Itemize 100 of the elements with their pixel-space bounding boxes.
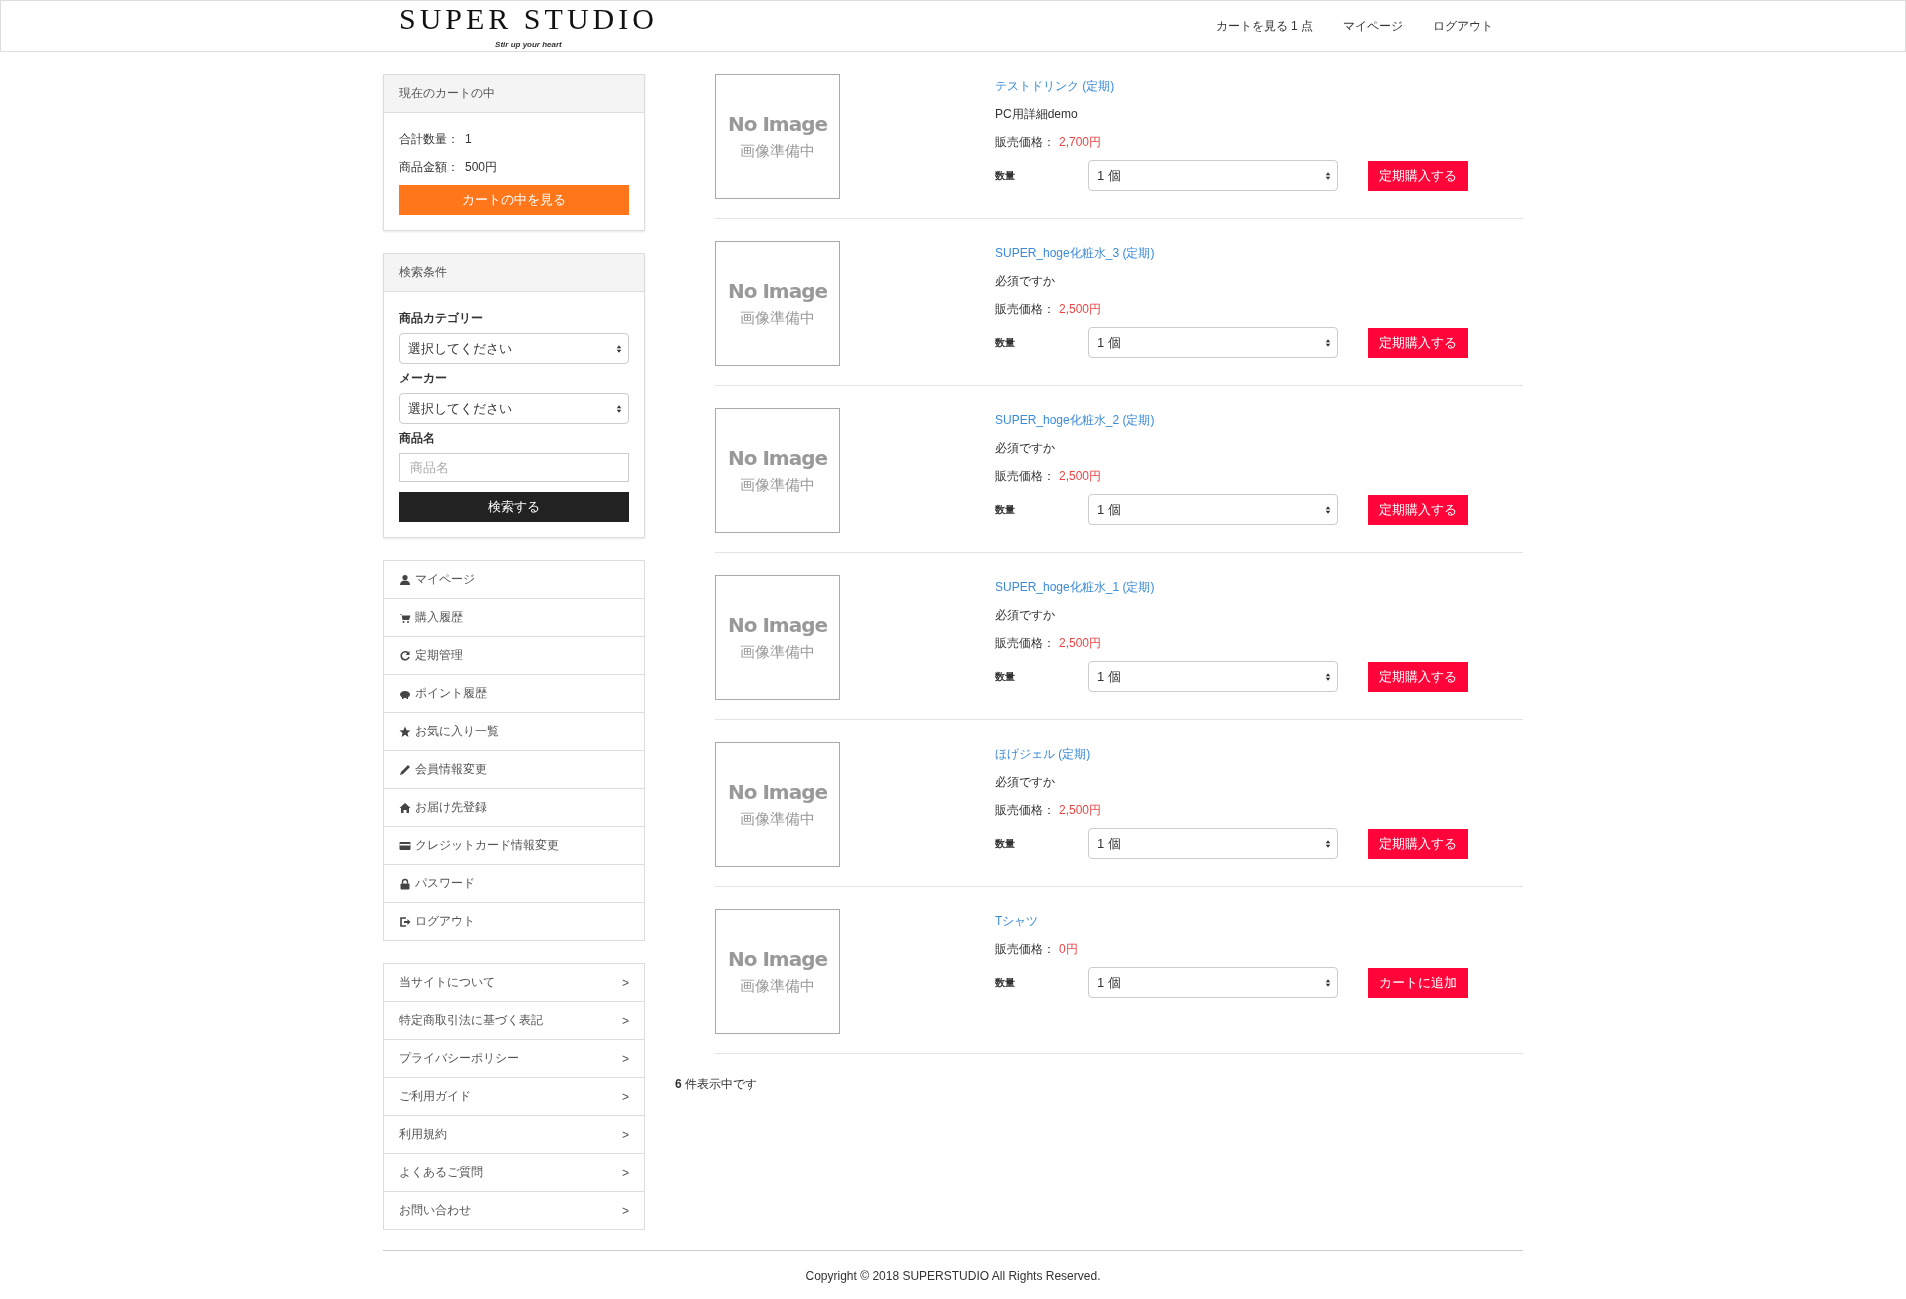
user-icon (399, 573, 411, 586)
quantity-select[interactable]: 1 個 (1088, 327, 1338, 358)
price-label: 販売価格： (995, 802, 1055, 819)
quantity-label: 数量 (995, 669, 1016, 684)
price: 2,500円 (1059, 301, 1102, 318)
copyright: Copyright © 2018 SUPERSTUDIO All Rights Reserved. (805, 1269, 1101, 1283)
buy-button[interactable]: カートに追加 (1368, 967, 1468, 998)
menu-item[interactable]: 会員情報変更 (384, 750, 644, 788)
quantity-label: 数量 (995, 168, 1016, 183)
nav-link[interactable]: ログアウト (1433, 17, 1493, 35)
cart-label: 合計数量： (399, 131, 459, 148)
cart-value: 1 (465, 131, 472, 148)
spinner-icon (1325, 838, 1331, 849)
pencil-icon (399, 763, 411, 776)
buy-button[interactable]: 定期購入する (1368, 661, 1468, 692)
input-field[interactable]: 商品名 (399, 453, 629, 482)
cart-icon (399, 611, 411, 624)
lock-icon (399, 877, 411, 890)
image-pending-text: 画像準備中 (740, 476, 815, 495)
menu-item[interactable]: ログアウト (384, 902, 644, 940)
info-link[interactable]: ご利用ガイド > (384, 1077, 644, 1115)
product-description: 必須ですか (995, 440, 1056, 457)
no-image-text: No Image (727, 446, 828, 470)
product-link[interactable]: ほげジェル (定期) (995, 744, 1468, 764)
price-label: 販売価格： (995, 134, 1055, 151)
field-label: 商品カテゴリー (399, 310, 484, 327)
product-link[interactable]: SUPER_hoge化粧水_3 (定期) (995, 243, 1468, 263)
info-link[interactable]: よくあるご質問 > (384, 1153, 644, 1191)
info-link[interactable]: プライバシーポリシー > (384, 1039, 644, 1077)
spinner-icon (616, 343, 622, 354)
buy-button[interactable]: 定期購入する (1368, 828, 1468, 859)
product-link[interactable]: テストドリンク (定期) (995, 76, 1468, 96)
home-icon (399, 801, 411, 814)
nav-link[interactable]: マイページ (1343, 17, 1403, 35)
quantity-select[interactable]: 1 個 (1088, 661, 1338, 692)
price-label: 販売価格： (995, 468, 1055, 485)
buy-button[interactable]: 定期購入する (1368, 160, 1468, 191)
product-link[interactable]: SUPER_hoge化粧水_1 (定期) (995, 577, 1468, 597)
quantity-select[interactable]: 1 個 (1088, 967, 1338, 998)
product-link[interactable]: Tシャツ (995, 911, 1468, 931)
result-count: 6 件表示中です (675, 1076, 759, 1093)
spinner-icon (1325, 977, 1331, 988)
no-image-text: No Image (727, 780, 828, 804)
quantity-select[interactable]: 1 個 (1088, 160, 1338, 191)
buy-button[interactable]: 定期購入する (1368, 494, 1468, 525)
nav-link[interactable]: カートを見る 1 点 (1215, 17, 1313, 35)
info-link[interactable]: 当サイトについて > (384, 964, 644, 1001)
spinner-icon (1325, 671, 1331, 682)
info-link[interactable]: 利用規約 > (384, 1115, 644, 1153)
price-label: 販売価格： (995, 301, 1055, 318)
price: 2,500円 (1059, 635, 1102, 652)
spinner-icon (1325, 170, 1331, 181)
product-link[interactable]: SUPER_hoge化粧水_2 (定期) (995, 410, 1468, 430)
price-label: 販売価格： (995, 941, 1055, 958)
cart-value: 500円 (465, 159, 498, 176)
info-link[interactable]: 特定商取引法に基づく表記 > (384, 1001, 644, 1039)
menu-item[interactable]: 定期管理 (384, 636, 644, 674)
menu-item[interactable]: ポイント履歴 (384, 674, 644, 712)
price: 2,500円 (1059, 468, 1102, 485)
logout-icon (399, 915, 411, 928)
logo[interactable]: SUPER STUDIO (399, 3, 658, 34)
quantity-label: 数量 (995, 335, 1016, 350)
price-label: 販売価格： (995, 635, 1055, 652)
product-description: 必須ですか (995, 774, 1056, 791)
image-pending-text: 画像準備中 (740, 643, 815, 662)
no-image-text: No Image (727, 947, 828, 971)
menu-item[interactable]: クレジットカード情報変更 (384, 826, 644, 864)
image-pending-text: 画像準備中 (740, 142, 815, 161)
product-description: PC用詳細demo (995, 106, 1079, 123)
info-link[interactable]: お問い合わせ > (384, 1191, 644, 1229)
tagline: Stir up your heart (495, 39, 562, 49)
select-field[interactable]: 選択してください (399, 393, 629, 424)
menu-item[interactable]: お届け先登録 (384, 788, 644, 826)
menu-item[interactable]: 購入履歴 (384, 598, 644, 636)
price: 2,500円 (1059, 802, 1102, 819)
quantity-label: 数量 (995, 975, 1016, 990)
menu-item[interactable]: パスワード (384, 864, 644, 902)
cart-label: 商品金額： (399, 159, 459, 176)
price: 2,700円 (1059, 134, 1102, 151)
no-image-text: No Image (727, 112, 828, 136)
quantity-label: 数量 (995, 836, 1016, 851)
quantity-label: 数量 (995, 502, 1016, 517)
field-label: 商品名 (399, 430, 436, 447)
search-button[interactable]: 検索する (399, 492, 629, 522)
image-pending-text: 画像準備中 (740, 810, 815, 829)
no-image-text: No Image (727, 613, 828, 637)
field-label: メーカー (399, 370, 448, 387)
select-field[interactable]: 選択してください (399, 333, 629, 364)
star-icon (399, 725, 411, 738)
price: 0円 (1059, 941, 1078, 958)
menu-item[interactable]: マイページ (384, 561, 644, 598)
buy-button[interactable]: 定期購入する (1368, 327, 1468, 358)
refresh-icon (399, 649, 411, 662)
panel-title: 検索条件 (384, 254, 644, 292)
product-description: 必須ですか (995, 273, 1056, 290)
credit-card-icon (399, 839, 411, 852)
quantity-select[interactable]: 1 個 (1088, 494, 1338, 525)
product-description: 必須ですか (995, 607, 1056, 624)
quantity-select[interactable]: 1 個 (1088, 828, 1338, 859)
menu-item[interactable]: お気に入り一覧 (384, 712, 644, 750)
